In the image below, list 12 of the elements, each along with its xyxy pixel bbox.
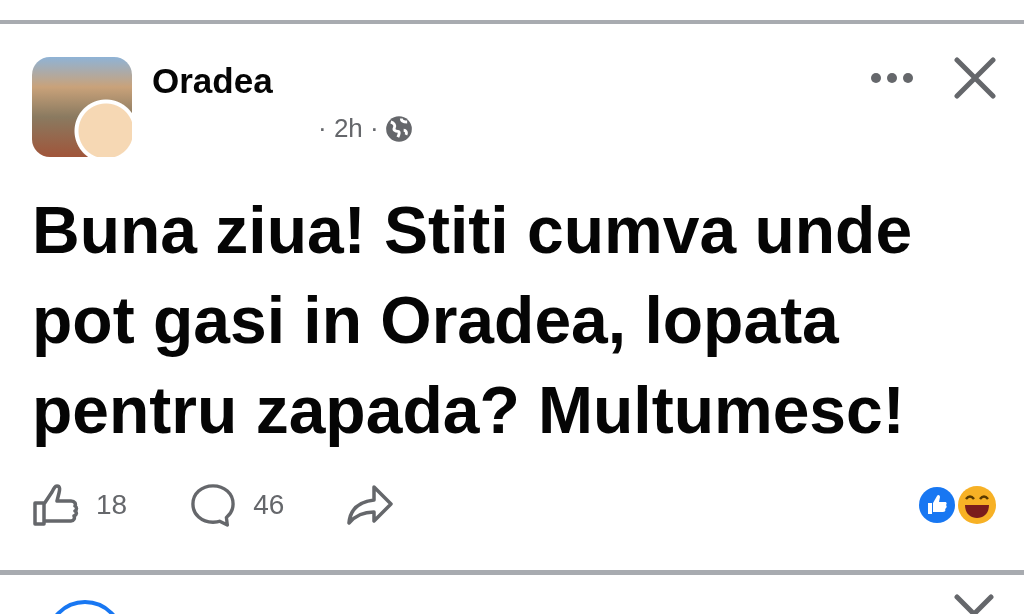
reactions-icon[interactable] (916, 485, 998, 525)
post-text: Buna ziua! Stiti cumva unde pot gasi in Oradea, lopata pentru zapada? Multumesc! (32, 192, 914, 449)
globe-icon (384, 114, 413, 143)
page-name[interactable]: Oradea (152, 61, 413, 101)
more-options-icon[interactable] (870, 72, 914, 84)
comment-count: 46 (253, 489, 285, 521)
photo-placeholder[interactable] (32, 57, 132, 157)
share-icon[interactable] (346, 483, 395, 527)
like-count: 18 (96, 489, 128, 521)
post-time[interactable]: · 2h · (318, 113, 379, 144)
comment-icon[interactable] (189, 483, 238, 527)
like-icon[interactable] (32, 483, 80, 527)
